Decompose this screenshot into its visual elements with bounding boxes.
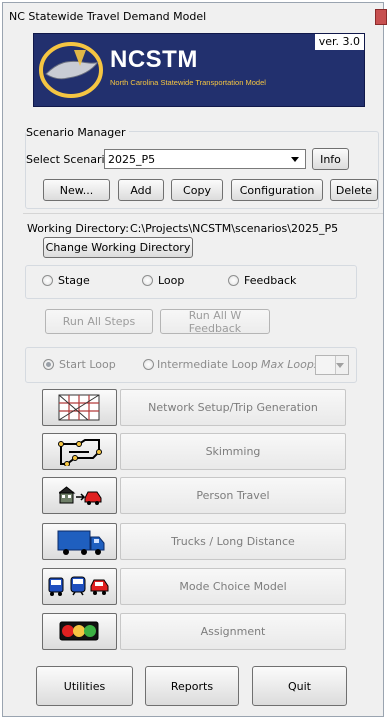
logo-emblem-icon — [39, 42, 103, 98]
start-loop-radio[interactable] — [43, 359, 54, 370]
trucks-long-distance-button[interactable]: Trucks / Long Distance — [120, 523, 346, 560]
network-setup-icon-button[interactable] — [42, 389, 117, 426]
traffic-light-icon — [59, 621, 99, 641]
assignment-icon-button[interactable] — [42, 613, 117, 650]
person-travel-button[interactable]: Person Travel — [120, 477, 346, 514]
feedback-radio-label: Feedback — [244, 274, 297, 287]
configuration-button[interactable]: Configuration — [231, 179, 323, 201]
window-title: NC Statewide Travel Demand Model — [9, 10, 207, 23]
quit-button[interactable]: Quit — [252, 666, 347, 706]
copy-scenario-button[interactable]: Copy — [171, 179, 223, 201]
stage-radio[interactable] — [42, 275, 53, 286]
max-loops-dropdown[interactable] — [315, 355, 349, 375]
intermediate-loop-radio[interactable] — [143, 359, 154, 370]
title-bar: NC Statewide Travel Demand Model — [3, 3, 387, 29]
new-scenario-button[interactable]: New... — [43, 179, 110, 201]
start-loop-label: Start Loop — [59, 358, 116, 371]
house-to-car-icon — [59, 486, 102, 505]
chevron-down-icon — [336, 363, 344, 368]
network-grid-icon — [58, 394, 100, 421]
version-label: ver. 3.0 — [314, 34, 364, 50]
skimming-button[interactable]: Skimming — [120, 433, 346, 470]
close-icon[interactable] — [375, 9, 387, 25]
chevron-down-icon — [291, 157, 299, 162]
utilities-button[interactable]: Utilities — [36, 666, 133, 706]
stage-radio-label: Stage — [58, 274, 90, 287]
mode-choice-button[interactable]: Mode Choice Model — [120, 568, 346, 605]
info-button[interactable]: Info — [312, 148, 349, 170]
network-setup-button[interactable]: Network Setup/Trip Generation — [120, 389, 346, 426]
bus-train-car-icon — [48, 576, 109, 596]
ncstm-banner: NCSTM North Carolina Statewide Transport… — [33, 33, 365, 107]
run-all-feedback-button[interactable]: Run All W Feedback — [160, 309, 270, 335]
working-directory-path: C:\Projects\NCSTM\scenarios\2025_P5 — [130, 222, 339, 235]
scenario-manager-heading: Scenario Manager — [26, 126, 129, 139]
feedback-radio[interactable] — [228, 275, 239, 286]
working-directory-separator — [23, 213, 383, 214]
person-travel-icon-button[interactable] — [42, 477, 117, 514]
assignment-button[interactable]: Assignment — [120, 613, 346, 650]
working-directory-label: Working Directory: — [27, 222, 129, 235]
run-all-steps-button[interactable]: Run All Steps — [45, 309, 153, 334]
main-window: NC Statewide Travel Demand Model NCSTM N… — [2, 2, 387, 717]
reports-button[interactable]: Reports — [145, 666, 239, 706]
add-scenario-button[interactable]: Add — [118, 179, 164, 201]
scenario-select[interactable]: 2025_P5 — [104, 149, 306, 169]
scenario-select-value: 2025_P5 — [108, 153, 156, 166]
truck-icon — [57, 530, 105, 555]
skim-network-icon — [58, 439, 102, 466]
loop-radio-label: Loop — [158, 274, 185, 287]
skimming-icon-button[interactable] — [42, 433, 117, 470]
loop-radio[interactable] — [142, 275, 153, 286]
mode-choice-icon-button[interactable] — [42, 568, 117, 605]
delete-scenario-button[interactable]: Delete — [330, 179, 378, 201]
banner-full-name: North Carolina Statewide Transportation … — [110, 78, 266, 87]
banner-acronym: NCSTM — [110, 46, 198, 73]
max-loops-field — [316, 356, 336, 374]
change-working-directory-button[interactable]: Change Working Directory — [43, 237, 193, 258]
max-loops-label: Max Loops — [261, 358, 320, 371]
intermediate-loop-label: Intermediate Loop — [157, 358, 258, 371]
select-scenario-label: Select Scenario — [26, 153, 112, 166]
trucks-icon-button[interactable] — [42, 523, 117, 560]
